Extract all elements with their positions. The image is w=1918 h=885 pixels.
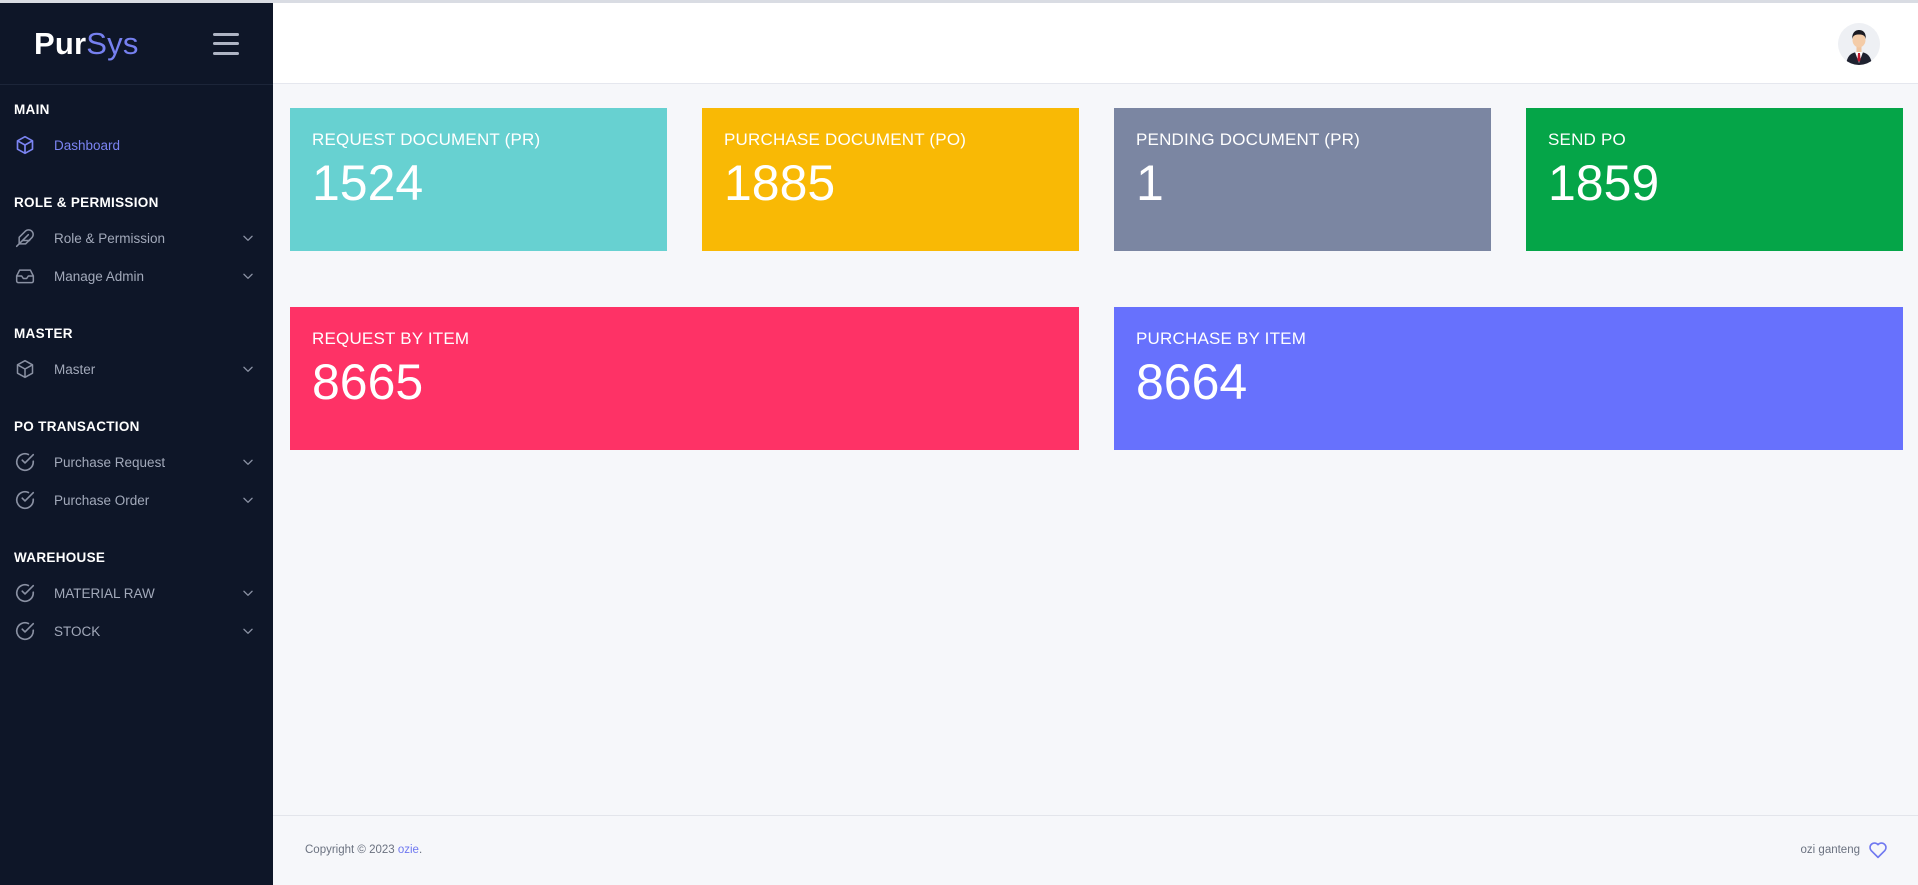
section-title-master: MASTER	[14, 326, 73, 341]
sidebar-item-dashboard[interactable]: Dashboard	[0, 126, 273, 164]
logo-accent-text: Sys	[86, 25, 139, 61]
card-value: 1885	[724, 155, 836, 211]
chevron-down-icon	[243, 497, 253, 503]
check-circle-icon	[14, 489, 36, 511]
sidebar-item-material-raw[interactable]: MATERIAL RAW	[0, 574, 273, 612]
box-icon	[14, 358, 36, 380]
footer: Copyright © 2023 ozie. ozi ganteng	[273, 815, 1918, 885]
cube-icon	[14, 134, 36, 156]
card-value: 8664	[1136, 354, 1248, 410]
card-title: REQUEST BY ITEM	[312, 329, 470, 348]
footer-credit: ozi ganteng	[1801, 841, 1888, 859]
sidebar-item-manage-admin[interactable]: Manage Admin	[0, 257, 273, 295]
copyright-suffix: .	[418, 844, 423, 856]
chevron-down-icon	[243, 235, 253, 241]
sidebar-item-label: Dashboard	[54, 137, 121, 153]
sidebar-item-stock[interactable]: STOCK	[0, 612, 273, 650]
stat-card-request-by-item[interactable]: REQUEST BY ITEM 8665	[290, 307, 1079, 450]
heart-icon	[1869, 842, 1887, 859]
stat-card-request-document[interactable]: REQUEST DOCUMENT (PR) 1524	[290, 108, 667, 251]
copyright-author-link[interactable]: ozie	[398, 844, 419, 856]
chevron-down-icon	[243, 459, 253, 465]
inbox-icon	[14, 265, 36, 287]
card-title: PURCHASE BY ITEM	[1136, 329, 1307, 348]
card-title: REQUEST DOCUMENT (PR)	[312, 130, 541, 149]
check-circle-icon	[14, 620, 36, 642]
chevron-down-icon	[243, 273, 253, 279]
stat-card-purchase-document[interactable]: PURCHASE DOCUMENT (PO) 1885	[702, 108, 1079, 251]
card-value: 1859	[1548, 155, 1660, 211]
user-avatar[interactable]	[1838, 23, 1880, 65]
card-value: 1524	[312, 155, 424, 211]
stat-card-purchase-by-item[interactable]: PURCHASE BY ITEM 8664	[1114, 307, 1903, 450]
sidebar-item-label: MATERIAL RAW	[54, 585, 155, 601]
copyright-text: Copyright © 2023 ozie.	[305, 844, 422, 856]
section-title-role-permission: ROLE & PERMISSION	[14, 195, 159, 210]
card-value: 1	[1136, 155, 1164, 211]
card-title: PENDING DOCUMENT (PR)	[1136, 130, 1360, 149]
credit-text: ozi ganteng	[1800, 844, 1860, 856]
sidebar-item-master[interactable]: Master	[0, 350, 273, 388]
app-logo[interactable]: PurSys	[34, 26, 139, 62]
card-value: 8665	[312, 354, 424, 410]
sidebar-item-role-permission[interactable]: Role & Permission	[0, 219, 273, 257]
section-title-po-transaction: PO TRANSACTION	[14, 419, 140, 434]
logo-main-text: Pur	[34, 25, 87, 61]
card-title: SEND PO	[1548, 130, 1626, 149]
sidebar-item-label: Role & Permission	[54, 230, 166, 246]
sidebar-item-label: Purchase Request	[54, 454, 166, 470]
sidebar-item-purchase-order[interactable]: Purchase Order	[0, 481, 273, 519]
brand-bar: PurSys	[0, 3, 273, 85]
sidebar-item-label: Purchase Order	[54, 492, 150, 508]
sidebar-item-label: Master	[54, 361, 96, 377]
sidebar: PurSys MAIN Dashboard ROLE & PERMISSION …	[0, 3, 273, 885]
copyright-prefix: Copyright © 2023	[305, 844, 398, 856]
card-title: PURCHASE DOCUMENT (PO)	[724, 130, 967, 149]
sidebar-item-label: Manage Admin	[54, 268, 145, 284]
stat-card-pending-document[interactable]: PENDING DOCUMENT (PR) 1	[1114, 108, 1491, 251]
chevron-down-icon	[243, 366, 253, 372]
sidebar-item-label: STOCK	[54, 623, 101, 639]
feather-icon	[14, 227, 36, 249]
chevron-down-icon	[243, 590, 253, 596]
sidebar-item-purchase-request[interactable]: Purchase Request	[0, 443, 273, 481]
menu-toggle-icon[interactable]	[213, 32, 239, 55]
check-circle-icon	[14, 582, 36, 604]
top-header	[273, 3, 1918, 84]
chevron-down-icon	[243, 628, 253, 634]
check-circle-icon	[14, 451, 36, 473]
section-title-warehouse: WAREHOUSE	[14, 550, 106, 565]
section-title-main: MAIN	[14, 102, 50, 117]
stat-card-send-po[interactable]: SEND PO 1859	[1526, 108, 1903, 251]
